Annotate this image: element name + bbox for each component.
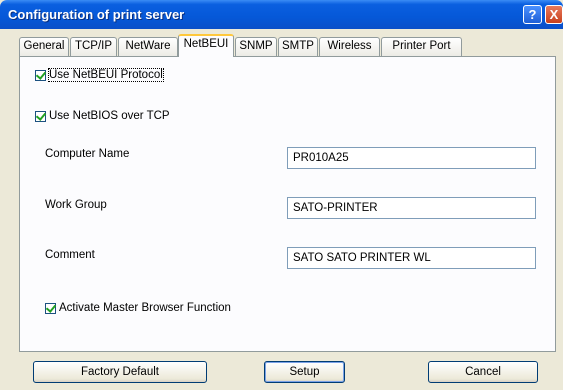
title-bar[interactable]: Configuration of print server ? X [0,0,563,29]
tab-netbeui[interactable]: NetBEUI [178,34,234,57]
use-netbeui-checkbox-row[interactable]: Use NetBEUI Protocol [35,68,164,82]
computer-name-label: Computer Name [45,148,130,160]
work-group-input[interactable]: SATO-PRINTER [287,197,536,219]
checkmark-icon [35,68,47,80]
computer-name-input[interactable]: PR010A25 [287,147,536,169]
use-netbios-label[interactable]: Use NetBIOS over TCP [49,110,170,122]
master-browser-label[interactable]: Activate Master Browser Function [59,302,231,314]
use-netbios-checkbox-row[interactable]: Use NetBIOS over TCP [35,109,170,122]
master-browser-checkbox-row[interactable]: Activate Master Browser Function [45,301,231,314]
comment-input[interactable]: SATO SATO PRINTER WL [287,247,536,269]
window-title: Configuration of print server [8,7,185,22]
use-netbios-checkbox[interactable] [35,109,47,122]
tab-smtp[interactable]: SMTP [278,37,318,56]
tab-printer-port[interactable]: Printer Port [381,37,462,56]
checkmark-icon [35,109,47,121]
tab-netware[interactable]: NetWare [118,37,178,56]
comment-label: Comment [45,249,95,261]
help-button[interactable]: ? [523,5,542,24]
tab-wireless[interactable]: Wireless [319,37,380,56]
use-netbeui-label[interactable]: Use NetBEUI Protocol [48,68,164,82]
use-netbeui-checkbox[interactable] [35,68,47,81]
master-browser-checkbox[interactable] [45,301,57,314]
tab-snmp[interactable]: SNMP [235,37,277,56]
tab-general[interactable]: General [19,37,69,56]
setup-button[interactable]: Setup [264,361,345,383]
factory-default-button[interactable]: Factory Default [33,361,207,383]
checkmark-icon [45,301,57,313]
tab-tcpip[interactable]: TCP/IP [70,37,117,56]
dialog-window: Configuration of print server ? X Genera… [0,0,563,390]
close-button[interactable]: X [545,5,563,24]
cancel-button[interactable]: Cancel [428,361,538,383]
work-group-label: Work Group [45,199,107,211]
